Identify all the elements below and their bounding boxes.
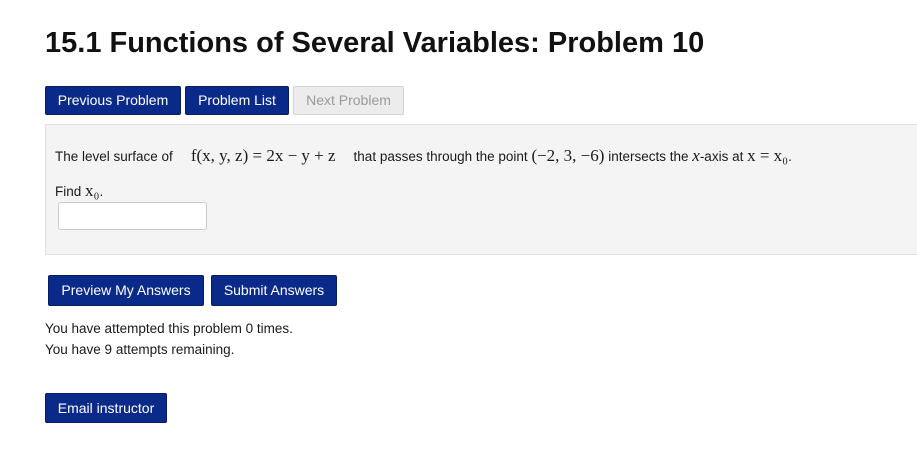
answer-input[interactable]	[58, 202, 207, 230]
find-label: Find	[55, 184, 82, 199]
problem-statement: The level surface of f(x, y, z) = 2x − y …	[55, 146, 792, 165]
next-problem-button: Next Problem	[293, 86, 404, 115]
find-prompt: Find x₀.	[55, 181, 104, 200]
previous-problem-button[interactable]: Previous Problem	[45, 86, 181, 115]
preview-answers-button[interactable]: Preview My Answers	[48, 275, 204, 306]
remaining-status: You have 9 attempts remaining.	[45, 342, 235, 357]
function-expression: f(x, y, z) = 2x − y + z	[190, 146, 336, 165]
problem-list-button[interactable]: Problem List	[185, 86, 289, 115]
page-title: 15.1 Functions of Several Variables: Pro…	[45, 27, 705, 59]
problem-box	[45, 124, 917, 255]
submit-answers-button[interactable]: Submit Answers	[211, 275, 337, 306]
attempts-status: You have attempted this problem 0 times.	[45, 321, 293, 336]
problem-text-axis-at: -axis at	[699, 149, 744, 164]
problem-text-intro: The level surface of	[55, 149, 173, 164]
problem-text-point: that passes through the point	[353, 149, 528, 164]
intersection-expression: x = x₀	[747, 146, 789, 165]
email-instructor-button[interactable]: Email instructor	[45, 393, 167, 423]
point-expression: (−2, 3, −6)	[531, 146, 605, 165]
problem-text-intersects: intersects the	[608, 149, 689, 164]
find-variable: x₀	[85, 181, 100, 200]
axis-variable: x	[692, 146, 700, 165]
